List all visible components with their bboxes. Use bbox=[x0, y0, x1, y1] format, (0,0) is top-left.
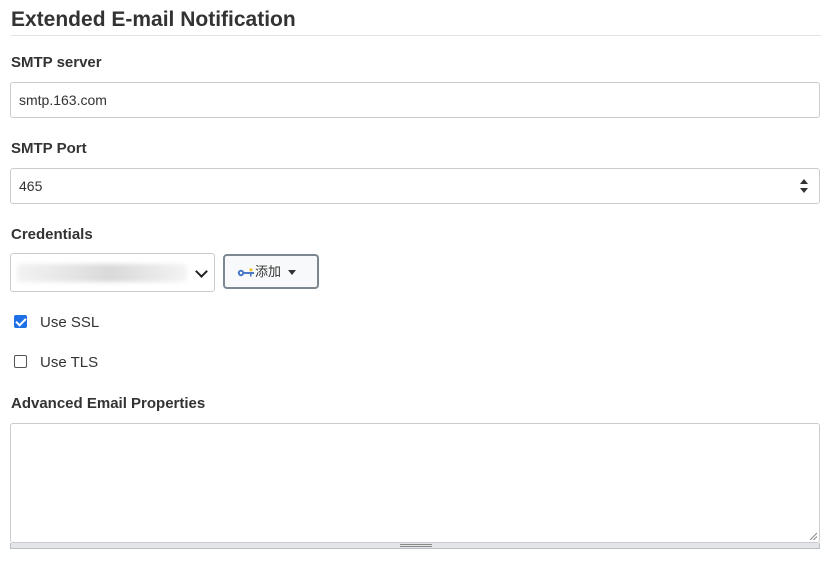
advanced-properties-label: Advanced Email Properties bbox=[11, 395, 206, 412]
smtp-server-input[interactable] bbox=[10, 82, 820, 118]
add-credentials-button[interactable]: 添加 bbox=[223, 254, 319, 289]
section-title: Extended E-mail Notification bbox=[11, 6, 821, 36]
smtp-port-label: SMTP Port bbox=[11, 140, 87, 157]
chevron-down-icon bbox=[195, 265, 208, 278]
use-tls-checkbox[interactable] bbox=[14, 355, 27, 368]
smtp-server-label: SMTP server bbox=[11, 54, 102, 71]
spinner-down-icon[interactable] bbox=[800, 188, 808, 193]
key-icon bbox=[237, 268, 254, 277]
spinner-arrows-icon[interactable] bbox=[799, 178, 809, 194]
add-button-label: 添加 bbox=[255, 264, 282, 279]
smtp-port-stepper[interactable] bbox=[10, 168, 820, 204]
caret-down-icon bbox=[288, 270, 296, 275]
use-tls-label[interactable]: Use TLS bbox=[40, 354, 98, 371]
credentials-selected-value bbox=[17, 264, 187, 282]
email-notification-config: Extended E-mail Notification SMTP server… bbox=[0, 0, 839, 568]
grip-icon bbox=[400, 544, 432, 547]
advanced-properties-textarea[interactable] bbox=[10, 423, 820, 543]
spinner-up-icon[interactable] bbox=[800, 179, 808, 184]
resize-handle-icon[interactable] bbox=[809, 532, 817, 540]
textarea-resize-bar[interactable] bbox=[10, 543, 820, 549]
advanced-properties-editor bbox=[10, 423, 820, 549]
use-ssl-label[interactable]: Use SSL bbox=[40, 314, 99, 331]
smtp-port-input[interactable] bbox=[10, 168, 820, 204]
use-ssl-checkbox[interactable] bbox=[14, 315, 27, 328]
credentials-select[interactable] bbox=[10, 253, 215, 292]
credentials-label: Credentials bbox=[11, 226, 93, 243]
